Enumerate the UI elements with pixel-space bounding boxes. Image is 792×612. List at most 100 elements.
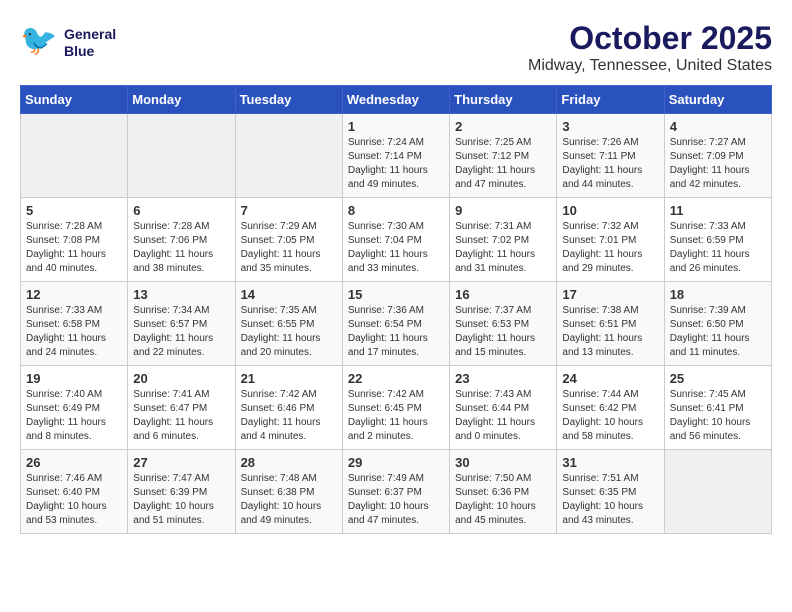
day-number: 18: [670, 287, 766, 302]
calendar-cell: 4 Sunrise: 7:27 AM Sunset: 7:09 PM Daylig…: [664, 114, 771, 198]
day-number: 8: [348, 203, 444, 218]
weekday-header-sunday: Sunday: [21, 86, 128, 114]
day-info: Sunrise: 7:43 AM Sunset: 6:44 PM Dayligh…: [455, 388, 551, 444]
day-info: Sunrise: 7:24 AM Sunset: 7:14 PM Dayligh…: [348, 136, 444, 192]
day-info: Sunrise: 7:39 AM Sunset: 6:50 PM Dayligh…: [670, 304, 766, 360]
day-number: 16: [455, 287, 551, 302]
page-header: 🐦 General Blue October 2025 Midway, Tenn…: [20, 20, 772, 75]
calendar-cell: 25Sunrise: 7:45 AM Sunset: 6:41 PM Dayli…: [664, 366, 771, 450]
calendar-cell: 30Sunrise: 7:50 AM Sunset: 6:36 PM Dayli…: [450, 450, 557, 534]
calendar-cell: 19 Sunrise: 7:40 AM Sunset: 6:49 PM Dayli…: [21, 366, 128, 450]
day-number: 7: [241, 203, 337, 218]
calendar-cell: 7 Sunrise: 7:29 AM Sunset: 7:05 PM Daylig…: [235, 198, 342, 282]
day-number: 9: [455, 203, 551, 218]
day-info: Sunrise: 7:31 AM Sunset: 7:02 PM Dayligh…: [455, 220, 551, 276]
calendar-cell: 6 Sunrise: 7:28 AM Sunset: 7:06 PM Daylig…: [128, 198, 235, 282]
calendar-cell: 20 Sunrise: 7:41 AM Sunset: 6:47 PM Dayli…: [128, 366, 235, 450]
calendar-cell: 23 Sunrise: 7:43 AM Sunset: 6:44 PM Dayli…: [450, 366, 557, 450]
day-number: 24: [562, 371, 658, 386]
day-info: Sunrise: 7:27 AM Sunset: 7:09 PM Dayligh…: [670, 136, 766, 192]
calendar-cell: 21 Sunrise: 7:42 AM Sunset: 6:46 PM Dayli…: [235, 366, 342, 450]
calendar-cell: 2 Sunrise: 7:25 AM Sunset: 7:12 PM Daylig…: [450, 114, 557, 198]
logo: 🐦 General Blue: [20, 20, 116, 66]
day-number: 4: [670, 119, 766, 134]
calendar-cell: 17 Sunrise: 7:38 AM Sunset: 6:51 PM Dayli…: [557, 282, 664, 366]
month-title: October 2025: [528, 20, 772, 57]
calendar-cell: 10 Sunrise: 7:32 AM Sunset: 7:01 PM Dayli…: [557, 198, 664, 282]
day-number: 19: [26, 371, 122, 386]
week-row-4: 19 Sunrise: 7:40 AM Sunset: 6:49 PM Dayli…: [21, 366, 772, 450]
week-row-3: 12Sunrise: 7:33 AM Sunset: 6:58 PM Dayli…: [21, 282, 772, 366]
calendar-cell: 29 Sunrise: 7:49 AM Sunset: 6:37 PM Dayli…: [342, 450, 449, 534]
calendar-cell: [664, 450, 771, 534]
calendar-cell: 26 Sunrise: 7:46 AM Sunset: 6:40 PM Dayli…: [21, 450, 128, 534]
day-info: Sunrise: 7:51 AM Sunset: 6:35 PM Dayligh…: [562, 472, 658, 528]
calendar-cell: 5 Sunrise: 7:28 AM Sunset: 7:08 PM Daylig…: [21, 198, 128, 282]
day-number: 23: [455, 371, 551, 386]
day-info: Sunrise: 7:42 AM Sunset: 6:45 PM Dayligh…: [348, 388, 444, 444]
calendar-cell: [235, 114, 342, 198]
weekday-header-friday: Friday: [557, 86, 664, 114]
day-number: 26: [26, 455, 122, 470]
calendar-cell: 24 Sunrise: 7:44 AM Sunset: 6:42 PM Dayli…: [557, 366, 664, 450]
weekday-header-thursday: Thursday: [450, 86, 557, 114]
calendar-cell: 18 Sunrise: 7:39 AM Sunset: 6:50 PM Dayli…: [664, 282, 771, 366]
day-number: 2: [455, 119, 551, 134]
day-number: 15: [348, 287, 444, 302]
calendar-cell: 14 Sunrise: 7:35 AM Sunset: 6:55 PM Dayli…: [235, 282, 342, 366]
day-number: 14: [241, 287, 337, 302]
calendar-cell: 31Sunrise: 7:51 AM Sunset: 6:35 PM Dayli…: [557, 450, 664, 534]
week-row-5: 26 Sunrise: 7:46 AM Sunset: 6:40 PM Dayli…: [21, 450, 772, 534]
day-info: Sunrise: 7:30 AM Sunset: 7:04 PM Dayligh…: [348, 220, 444, 276]
calendar-cell: 3 Sunrise: 7:26 AM Sunset: 7:11 PM Daylig…: [557, 114, 664, 198]
day-info: Sunrise: 7:33 AM Sunset: 6:58 PM Dayligh…: [26, 304, 122, 360]
week-row-2: 5 Sunrise: 7:28 AM Sunset: 7:08 PM Daylig…: [21, 198, 772, 282]
day-info: Sunrise: 7:37 AM Sunset: 6:53 PM Dayligh…: [455, 304, 551, 360]
weekday-header-wednesday: Wednesday: [342, 86, 449, 114]
day-number: 17: [562, 287, 658, 302]
calendar-cell: 15 Sunrise: 7:36 AM Sunset: 6:54 PM Dayli…: [342, 282, 449, 366]
calendar-cell: 12Sunrise: 7:33 AM Sunset: 6:58 PM Dayli…: [21, 282, 128, 366]
calendar-cell: 16 Sunrise: 7:37 AM Sunset: 6:53 PM Dayli…: [450, 282, 557, 366]
day-number: 21: [241, 371, 337, 386]
day-info: Sunrise: 7:42 AM Sunset: 6:46 PM Dayligh…: [241, 388, 337, 444]
logo-text: General Blue: [64, 26, 116, 60]
day-info: Sunrise: 7:29 AM Sunset: 7:05 PM Dayligh…: [241, 220, 337, 276]
calendar-table: SundayMondayTuesdayWednesdayThursdayFrid…: [20, 85, 772, 534]
day-number: 10: [562, 203, 658, 218]
calendar-cell: 22 Sunrise: 7:42 AM Sunset: 6:45 PM Dayli…: [342, 366, 449, 450]
day-info: Sunrise: 7:26 AM Sunset: 7:11 PM Dayligh…: [562, 136, 658, 192]
day-number: 22: [348, 371, 444, 386]
calendar-cell: 1Sunrise: 7:24 AM Sunset: 7:14 PM Daylig…: [342, 114, 449, 198]
day-info: Sunrise: 7:28 AM Sunset: 7:08 PM Dayligh…: [26, 220, 122, 276]
day-info: Sunrise: 7:41 AM Sunset: 6:47 PM Dayligh…: [133, 388, 229, 444]
day-number: 3: [562, 119, 658, 134]
day-info: Sunrise: 7:49 AM Sunset: 6:37 PM Dayligh…: [348, 472, 444, 528]
day-info: Sunrise: 7:25 AM Sunset: 7:12 PM Dayligh…: [455, 136, 551, 192]
calendar-cell: 28Sunrise: 7:48 AM Sunset: 6:38 PM Dayli…: [235, 450, 342, 534]
day-info: Sunrise: 7:36 AM Sunset: 6:54 PM Dayligh…: [348, 304, 444, 360]
day-info: Sunrise: 7:32 AM Sunset: 7:01 PM Dayligh…: [562, 220, 658, 276]
day-number: 29: [348, 455, 444, 470]
day-info: Sunrise: 7:40 AM Sunset: 6:49 PM Dayligh…: [26, 388, 122, 444]
day-number: 11: [670, 203, 766, 218]
day-info: Sunrise: 7:50 AM Sunset: 6:36 PM Dayligh…: [455, 472, 551, 528]
day-number: 27: [133, 455, 229, 470]
day-info: Sunrise: 7:38 AM Sunset: 6:51 PM Dayligh…: [562, 304, 658, 360]
day-number: 5: [26, 203, 122, 218]
day-info: Sunrise: 7:28 AM Sunset: 7:06 PM Dayligh…: [133, 220, 229, 276]
weekday-header-saturday: Saturday: [664, 86, 771, 114]
svg-text:🐦: 🐦: [20, 24, 57, 57]
day-number: 20: [133, 371, 229, 386]
day-number: 28: [241, 455, 337, 470]
calendar-cell: 9 Sunrise: 7:31 AM Sunset: 7:02 PM Daylig…: [450, 198, 557, 282]
day-info: Sunrise: 7:35 AM Sunset: 6:55 PM Dayligh…: [241, 304, 337, 360]
calendar-cell: [128, 114, 235, 198]
day-number: 6: [133, 203, 229, 218]
calendar-cell: [21, 114, 128, 198]
location-title: Midway, Tennessee, United States: [528, 57, 772, 75]
weekday-header-row: SundayMondayTuesdayWednesdayThursdayFrid…: [21, 86, 772, 114]
day-number: 13: [133, 287, 229, 302]
day-info: Sunrise: 7:44 AM Sunset: 6:42 PM Dayligh…: [562, 388, 658, 444]
day-info: Sunrise: 7:46 AM Sunset: 6:40 PM Dayligh…: [26, 472, 122, 528]
